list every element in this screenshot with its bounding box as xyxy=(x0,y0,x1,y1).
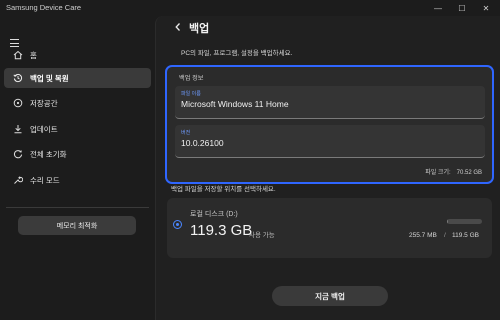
file-name-label: 파일 이름 xyxy=(181,91,201,97)
drive-usage-fill xyxy=(447,219,448,224)
sidebar-item-label: 전체 초기화 xyxy=(30,150,67,159)
sidebar-item-repair-mode[interactable]: 수리 모드 xyxy=(4,170,151,190)
app-title: Samsung Device Care xyxy=(6,3,82,12)
home-icon xyxy=(12,49,24,61)
back-arrow-icon[interactable] xyxy=(173,20,183,34)
sidebar-item-update[interactable]: 업데이트 xyxy=(4,119,151,139)
storage-icon xyxy=(12,97,24,109)
version-label: 버전 xyxy=(181,130,191,136)
info-card-title: 백업 정보 xyxy=(179,75,204,82)
drive-usage-bar xyxy=(447,219,482,224)
radio-selected-dot xyxy=(175,222,180,227)
sidebar-item-label: 저장공간 xyxy=(30,99,58,108)
file-size-label: 파일 크기: xyxy=(425,170,451,176)
drive-option[interactable]: 로컬 디스크 (D:) 119.3 GB 사용 가능 255.7 MB / 11… xyxy=(167,198,492,258)
minimize-button[interactable]: — xyxy=(427,0,449,16)
wrench-icon xyxy=(12,174,24,186)
sidebar-item-label: 수리 모드 xyxy=(30,176,60,185)
title-bar: Samsung Device Care — ☐ ✕ xyxy=(0,0,500,16)
close-button[interactable]: ✕ xyxy=(475,0,497,16)
sidebar-item-storage[interactable]: 저장공간 xyxy=(4,93,151,113)
sidebar-item-reset[interactable]: 전체 초기화 xyxy=(4,144,151,164)
sidebar-item-home[interactable]: 홈 xyxy=(4,45,151,65)
sidebar: 홈 백업 및 복원 저장공간 업데이트 전체 초기화 수리 모드 메모리 최적화 xyxy=(0,16,155,320)
file-size-value: 70.52 GB xyxy=(456,170,482,176)
sidebar-item-label: 홈 xyxy=(30,51,37,60)
file-name-value: Microsoft Windows 11 Home xyxy=(181,99,289,109)
drive-total-size: 119.5 GB xyxy=(452,232,479,239)
backup-restore-icon xyxy=(12,72,24,84)
backup-info-card: 백업 정보 파일 이름 Microsoft Windows 11 Home 버전… xyxy=(165,65,494,184)
drive-used-size: 255.7 MB xyxy=(409,232,437,239)
drive-available-size: 119.3 GB xyxy=(190,222,253,239)
drive-size-separator: / xyxy=(444,232,446,239)
sidebar-item-backup-restore[interactable]: 백업 및 복원 xyxy=(4,68,151,88)
drive-radio[interactable] xyxy=(173,220,182,229)
location-description: 백업 파일을 저장할 위치를 선택하세요. xyxy=(171,186,276,193)
drive-name: 로컬 디스크 (D:) xyxy=(190,211,238,218)
memory-optimize-button[interactable]: 메모리 최적화 xyxy=(18,216,136,235)
sidebar-divider xyxy=(6,207,149,208)
main-panel: 백업 PC의 파일, 프로그램, 설정을 백업하세요. 백업 정보 파일 이름 … xyxy=(155,16,500,320)
version-value: 10.0.26100 xyxy=(181,138,224,148)
file-size: 파일 크기: 70.52 GB xyxy=(419,167,482,176)
download-icon xyxy=(12,123,24,135)
sidebar-item-label: 백업 및 복원 xyxy=(30,74,69,83)
drive-available-label: 사용 가능 xyxy=(249,232,275,239)
page-description: PC의 파일, 프로그램, 설정을 백업하세요. xyxy=(181,50,293,57)
backup-now-button[interactable]: 지금 백업 xyxy=(272,286,388,306)
sidebar-item-label: 업데이트 xyxy=(30,125,58,134)
maximize-button[interactable]: ☐ xyxy=(451,0,473,16)
file-name-field[interactable]: 파일 이름 Microsoft Windows 11 Home xyxy=(175,86,485,119)
reset-icon xyxy=(12,148,24,160)
page-title: 백업 xyxy=(189,23,210,35)
version-field[interactable]: 버전 10.0.26100 xyxy=(175,125,485,158)
